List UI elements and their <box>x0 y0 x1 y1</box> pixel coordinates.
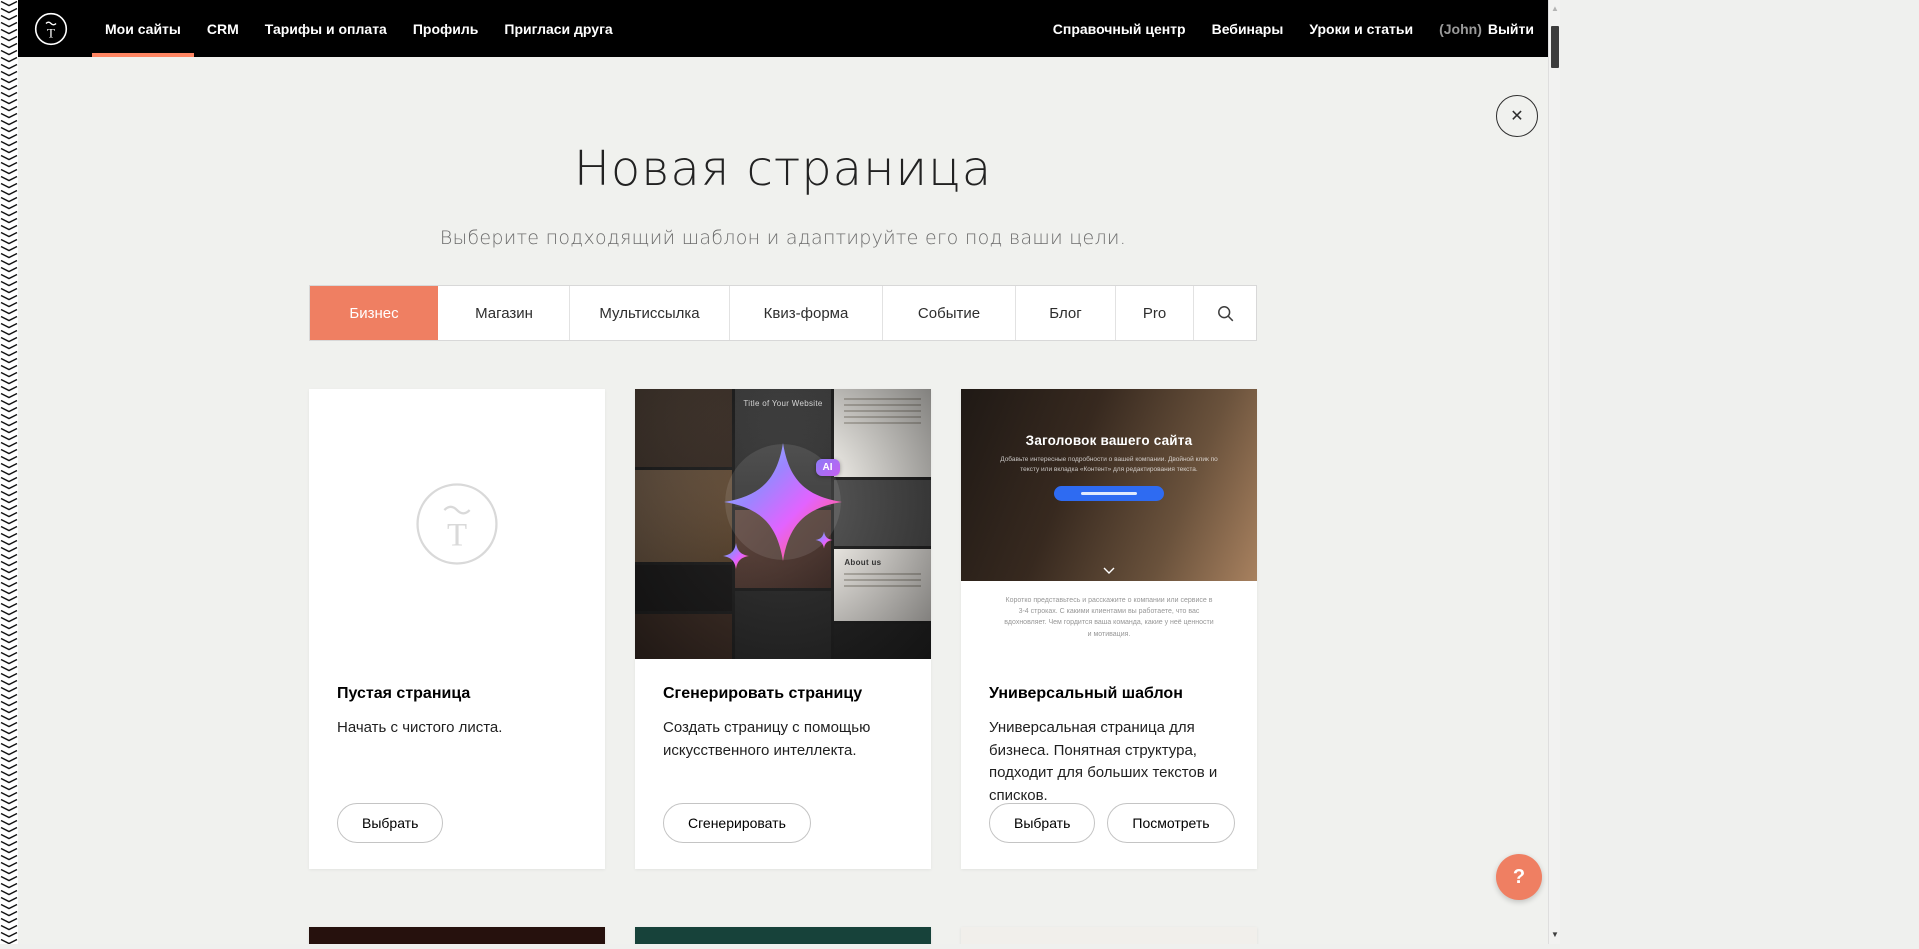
card-description: Универсальная страница для бизнеса. Поня… <box>989 717 1229 807</box>
template-grid-next-row <box>309 927 1257 944</box>
nav-label: Мои сайты <box>105 21 181 37</box>
template-card-partial[interactable] <box>309 927 605 944</box>
card-body: Сгенерировать страницу Создать страницу … <box>635 659 931 869</box>
choose-template-button[interactable]: Выбрать <box>989 803 1095 843</box>
nav-label: CRM <box>207 21 239 37</box>
active-nav-underline <box>92 53 194 57</box>
card-description: Создать страницу с помощью искусственног… <box>663 717 903 762</box>
universal-template-preview: Заголовок вашего сайта Добавьте интересн… <box>961 389 1257 659</box>
blank-template-preview: T <box>309 389 605 659</box>
template-cta-button <box>1054 486 1164 501</box>
page-title: Новая страница <box>18 141 1548 197</box>
template-hero-text: Добавьте интересные подробности о вашей … <box>991 455 1228 475</box>
nav-label: Профиль <box>413 21 479 37</box>
template-hero-section: Заголовок вашего сайта Добавьте интересн… <box>961 389 1257 581</box>
nav-profile[interactable]: Профиль <box>400 0 492 57</box>
tilda-logo[interactable]: T <box>34 12 68 46</box>
top-navbar: T Мои сайты CRM Тарифы и оплата Профиль … <box>18 0 1548 57</box>
ai-sparkle-small-icon <box>723 543 749 569</box>
card-title: Универсальный шаблон <box>989 685 1229 703</box>
nav-logout[interactable]: (John) Выйти <box>1426 0 1534 57</box>
nav-my-sites[interactable]: Мои сайты <box>92 0 194 57</box>
template-card-partial[interactable] <box>635 927 931 944</box>
card-body: Пустая страница Начать с чистого листа. … <box>309 659 605 869</box>
template-thumbnail: Заголовок вашего сайта Добавьте интересн… <box>961 389 1257 659</box>
scrollbar[interactable]: ▲ ▼ <box>1548 0 1560 944</box>
help-button[interactable]: ? <box>1496 854 1542 900</box>
tab-label: Бизнес <box>349 305 398 322</box>
template-card-universal: Заголовок вашего сайта Добавьте интересн… <box>961 389 1257 869</box>
card-actions: Сгенерировать <box>663 803 811 843</box>
app-window: T Мои сайты CRM Тарифы и оплата Профиль … <box>0 0 1560 944</box>
tab-label: Мультиссылка <box>599 305 699 322</box>
ai-badge: AI <box>816 459 840 476</box>
generate-button[interactable]: Сгенерировать <box>663 803 811 843</box>
search-icon <box>1217 305 1234 322</box>
svg-text:T: T <box>447 518 467 554</box>
ai-sparkle-small-icon <box>816 532 833 549</box>
template-search-button[interactable] <box>1193 286 1256 340</box>
card-actions: Выбрать <box>337 803 443 843</box>
choose-blank-button[interactable]: Выбрать <box>337 803 443 843</box>
template-hero-heading: Заголовок вашего сайта <box>1026 433 1193 448</box>
tab-label: Квиз-форма <box>764 305 849 322</box>
nav-label: Тарифы и оплата <box>265 21 387 37</box>
tab-label: Pro <box>1143 305 1166 322</box>
template-card-blank: T Пустая страница Начать с чистого листа… <box>309 389 605 869</box>
tab-multilink[interactable]: Мультиссылка <box>569 286 729 340</box>
nav-crm[interactable]: CRM <box>194 0 252 57</box>
card-title: Пустая страница <box>337 685 577 703</box>
template-card-ai: Title of Your Website About us <box>635 389 931 869</box>
tab-label: Магазин <box>475 305 533 322</box>
nav-label: Пригласи друга <box>504 21 612 37</box>
secondary-menu: Справочный центр Вебинары Уроки и статьи… <box>1040 0 1534 57</box>
tab-blog[interactable]: Блог <box>1015 286 1115 340</box>
template-body-section: Коротко представьтесь и расскажите о ком… <box>961 581 1257 640</box>
card-actions: Выбрать Посмотреть <box>989 803 1235 843</box>
nav-help-center[interactable]: Справочный центр <box>1040 0 1199 57</box>
tab-pro[interactable]: Pro <box>1115 286 1193 340</box>
tab-label: Блог <box>1049 305 1081 322</box>
main-menu: Мои сайты CRM Тарифы и оплата Профиль Пр… <box>92 0 626 57</box>
template-body-text: Коротко представьтесь и расскажите о ком… <box>1002 595 1215 640</box>
template-grid: T Пустая страница Начать с чистого листа… <box>309 389 1257 869</box>
user-name: (John) <box>1439 21 1482 37</box>
tab-store[interactable]: Магазин <box>438 286 569 340</box>
template-card-partial[interactable] <box>961 927 1257 944</box>
template-category-tabs: Бизнес Магазин Мультиссылка Квиз-форма С… <box>309 285 1257 341</box>
scroll-up-arrow[interactable]: ▲ <box>1549 2 1561 16</box>
scrollbar-thumb[interactable] <box>1551 26 1559 68</box>
nav-label: Вебинары <box>1212 21 1284 37</box>
close-button[interactable]: ✕ <box>1496 95 1538 137</box>
tilda-watermark-icon: T <box>414 481 500 567</box>
close-icon: ✕ <box>1510 106 1523 126</box>
nav-tutorials[interactable]: Уроки и статьи <box>1296 0 1426 57</box>
card-title: Сгенерировать страницу <box>663 685 903 703</box>
question-mark-icon: ? <box>1513 866 1525 889</box>
new-page-modal: ✕ Новая страница Выберите подходящий шаб… <box>18 57 1548 944</box>
nav-label: Справочный центр <box>1053 21 1186 37</box>
nav-label: Уроки и статьи <box>1309 21 1413 37</box>
tab-business[interactable]: Бизнес <box>310 286 438 340</box>
scroll-down-arrow[interactable]: ▼ <box>1549 928 1561 942</box>
nav-webinars[interactable]: Вебинары <box>1199 0 1297 57</box>
card-body: Универсальный шаблон Универсальная стран… <box>961 659 1257 869</box>
tab-label: Событие <box>918 305 980 322</box>
ai-template-preview: Title of Your Website About us <box>635 389 931 659</box>
logout-label: Выйти <box>1488 21 1534 37</box>
chevron-down-icon <box>1103 567 1115 574</box>
nav-invite-friend[interactable]: Пригласи друга <box>491 0 625 57</box>
tab-event[interactable]: Событие <box>882 286 1015 340</box>
svg-text:T: T <box>47 25 55 40</box>
nav-pricing[interactable]: Тарифы и оплата <box>252 0 400 57</box>
preview-template-button[interactable]: Посмотреть <box>1107 803 1234 843</box>
tilda-zigzag-edge <box>0 0 18 944</box>
tab-quiz-form[interactable]: Квиз-форма <box>729 286 882 340</box>
card-description: Начать с чистого листа. <box>337 717 577 740</box>
page-subtitle: Выберите подходящий шаблон и адаптируйте… <box>18 227 1548 249</box>
